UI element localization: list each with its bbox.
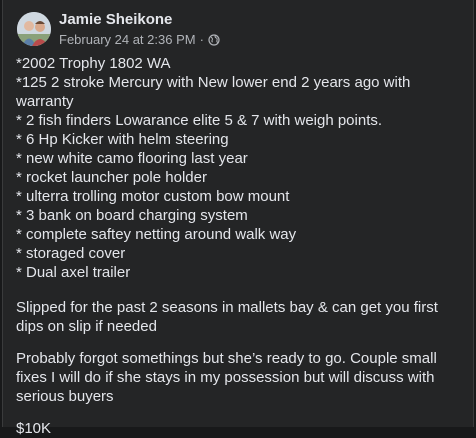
list-item: *125 2 stroke Mercury with New lower end… (16, 74, 411, 110)
post-card: Jamie Sheikone February 24 at 2:36 PM · … (2, 0, 474, 437)
post-body: *2002 Trophy 1802 WA *125 2 stroke Mercu… (16, 54, 462, 438)
profile-photo-icon (17, 12, 51, 46)
condition-paragraph: Probably forgot somethings but she’s rea… (16, 350, 437, 405)
meta-separator: · (199, 32, 204, 47)
list-item: * complete saftey netting around walk wa… (16, 226, 297, 243)
list-item: * ulterra trolling motor custom bow moun… (16, 188, 290, 205)
post-timestamp[interactable]: February 24 at 2:36 PM (59, 32, 196, 47)
price-text: $10K (16, 420, 52, 437)
author-name[interactable]: Jamie Sheikone (59, 11, 172, 28)
avatar[interactable] (17, 12, 51, 46)
list-item: * storaged cover (16, 245, 126, 262)
globe-icon[interactable] (208, 33, 220, 46)
slip-paragraph: Slipped for the past 2 seasons in mallet… (16, 299, 438, 335)
list-item: * Dual axel trailer (16, 264, 131, 281)
list-item: * 3 bank on board charging system (16, 207, 248, 224)
post-header: Jamie Sheikone February 24 at 2:36 PM · (3, 0, 473, 54)
post-meta: February 24 at 2:36 PM · (59, 32, 220, 47)
list-item: * 2 fish finders Lowarance elite 5 & 7 w… (16, 112, 383, 129)
list-item: * rocket launcher pole holder (16, 169, 207, 186)
list-item: * 6 Hp Kicker with helm steering (16, 131, 229, 148)
list-item: *2002 Trophy 1802 WA (16, 55, 171, 72)
list-item: * new white camo flooring last year (16, 150, 248, 167)
